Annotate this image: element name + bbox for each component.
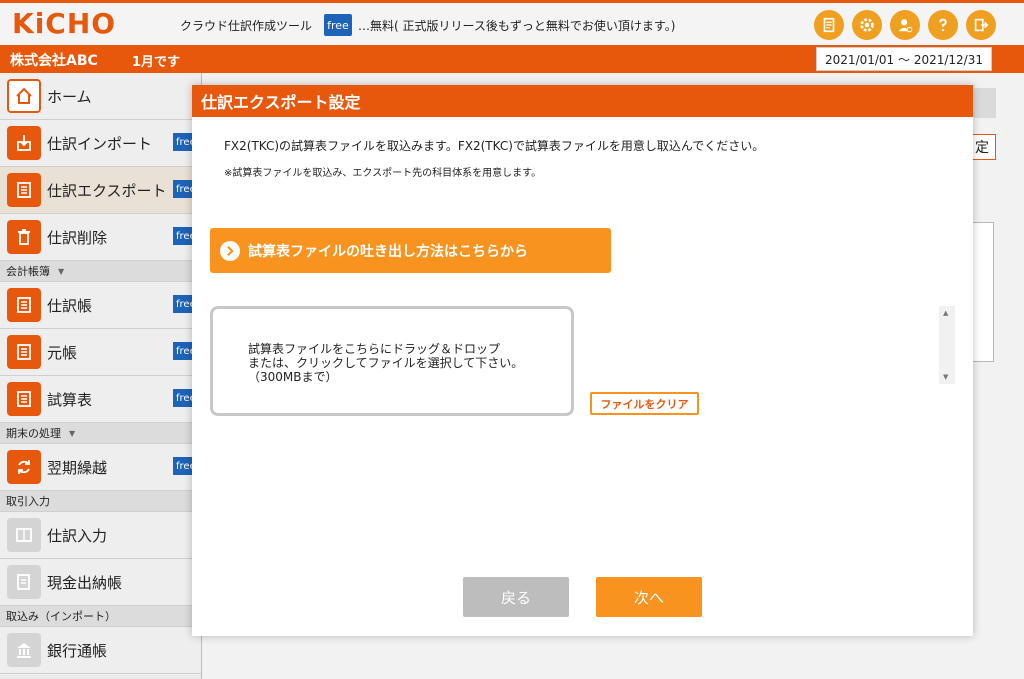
gear-icon[interactable] (852, 10, 882, 40)
section-import: 取込み（インポート） (0, 606, 201, 627)
free-badge: free (324, 14, 352, 36)
logo[interactable]: KiCHO (12, 7, 116, 40)
sidebar-item-export[interactable]: 仕訳エクスポート free (0, 167, 201, 214)
home-icon (7, 79, 41, 113)
section-label: 会計帳簿 (6, 265, 50, 278)
carry-forward-icon (7, 450, 41, 484)
sidebar-item-label: 仕訳帳 (47, 296, 93, 315)
current-month: 1月です (132, 55, 181, 70)
fiscal-period[interactable]: 2021/01/01 ～ 2021/12/31 (816, 47, 992, 71)
dropzone-line: または、クリックしてファイルを選択して下さい。 (248, 356, 524, 370)
sidebar-item-label: 翌期繰越 (47, 458, 108, 477)
sidebar-item-ledger[interactable]: 元帳 free (0, 329, 201, 376)
sidebar-item-label: 現金出納帳 (47, 573, 123, 592)
company-name: 株式会社ABC (10, 53, 98, 69)
guide-label: 試算表ファイルの吐き出し方法はこちらから (248, 243, 528, 260)
back-button[interactable]: 戻る (463, 577, 569, 617)
next-button[interactable]: 次へ (596, 577, 702, 617)
help-icon[interactable] (928, 10, 958, 40)
sidebar-item-label: 試算表 (47, 390, 93, 409)
section-closing[interactable]: 期末の処理 ▼ (0, 423, 201, 444)
sidebar-item-cashbook[interactable]: 現金出納帳 (0, 559, 201, 606)
trial-balance-icon (7, 382, 41, 416)
sidebar-item-journal-entry[interactable]: 仕訳入力 (0, 512, 201, 559)
dialog-description: FX2(TKC)の試算表ファイルを取込みます。FX2(TKC)で試算表ファイルを… (224, 139, 765, 153)
top-bar: KiCHO クラウド仕訳作成ツール free …無料( 正式版リリース後もずっと… (0, 0, 1024, 45)
section-entry: 取引入力 (0, 491, 201, 512)
header-actions (814, 10, 996, 40)
sidebar-item-import[interactable]: 仕訳インポート free (0, 120, 201, 167)
sidebar: ホーム 仕訳インポート free 仕訳エクスポート free 仕訳削除 free… (0, 73, 202, 679)
caret-down-icon: ▼ (58, 266, 65, 276)
company-bar: 株式会社ABC 1月です 2021/01/01 ～ 2021/12/31 (0, 45, 1024, 73)
tool-name: クラウド仕訳作成ツール (180, 19, 313, 33)
free-note: …無料( 正式版リリース後もずっと無料でお使い頂けます。) (358, 19, 676, 33)
section-label: 取引入力 (6, 495, 50, 508)
sidebar-item-delete[interactable]: 仕訳削除 free (0, 214, 201, 261)
logout-icon[interactable] (966, 10, 996, 40)
sidebar-item-carry-forward[interactable]: 翌期繰越 free (0, 444, 201, 491)
clear-file-button[interactable]: ファイルをクリア (590, 392, 699, 415)
section-label: 取込み（インポート） (6, 610, 116, 623)
dialog-note: ※試算表ファイルを取込み、エクスポート先の科目体系を用意します。 (224, 168, 542, 179)
document-icon[interactable] (814, 10, 844, 40)
sidebar-item-label: ホーム (47, 87, 92, 106)
sidebar-item-trial-balance[interactable]: 試算表 free (0, 376, 201, 423)
sidebar-item-label: 仕訳インポート (47, 134, 153, 153)
bank-icon (7, 633, 41, 667)
content-table (970, 222, 994, 362)
sidebar-item-label: 元帳 (47, 343, 78, 362)
user-settings-icon[interactable] (890, 10, 920, 40)
export-settings-dialog: 仕訳エクスポート設定 FX2(TKC)の試算表ファイルを取込みます。FX2(TK… (192, 85, 973, 636)
file-list-scrollbar[interactable]: ▲ ▼ (939, 306, 955, 384)
scroll-up-icon[interactable]: ▲ (943, 309, 948, 317)
caret-down-icon: ▼ (69, 428, 76, 438)
entry-icon (7, 518, 41, 552)
journal-icon (7, 288, 41, 322)
export-icon (7, 173, 41, 207)
sidebar-item-bank[interactable]: 銀行通帳 (0, 627, 201, 674)
sidebar-item-label: 仕訳エクスポート (47, 181, 167, 200)
import-icon (7, 126, 41, 160)
section-label: 期末の処理 (6, 427, 61, 440)
file-dropzone[interactable]: 試算表ファイルをこちらにドラッグ＆ドロップ または、クリックしてファイルを選択し… (210, 306, 574, 416)
dialog-title: 仕訳エクスポート設定 (192, 85, 973, 117)
chevron-right-icon (220, 240, 240, 261)
sidebar-item-label: 仕訳入力 (47, 526, 108, 545)
scroll-down-icon[interactable]: ▼ (943, 373, 948, 381)
trash-icon (7, 220, 41, 254)
dropzone-line: （300MBまで） (248, 370, 338, 384)
sidebar-item-home[interactable]: ホーム (0, 73, 201, 120)
sidebar-item-journal[interactable]: 仕訳帳 free (0, 282, 201, 329)
cashbook-icon (7, 565, 41, 599)
sidebar-item-label: 銀行通帳 (47, 641, 108, 660)
ledger-icon (7, 335, 41, 369)
section-ledger[interactable]: 会計帳簿 ▼ (0, 261, 201, 282)
export-guide-link[interactable]: 試算表ファイルの吐き出し方法はこちらから (210, 228, 611, 273)
dropzone-line: 試算表ファイルをこちらにドラッグ＆ドロップ (248, 342, 501, 356)
sidebar-item-label: 仕訳削除 (47, 228, 108, 247)
